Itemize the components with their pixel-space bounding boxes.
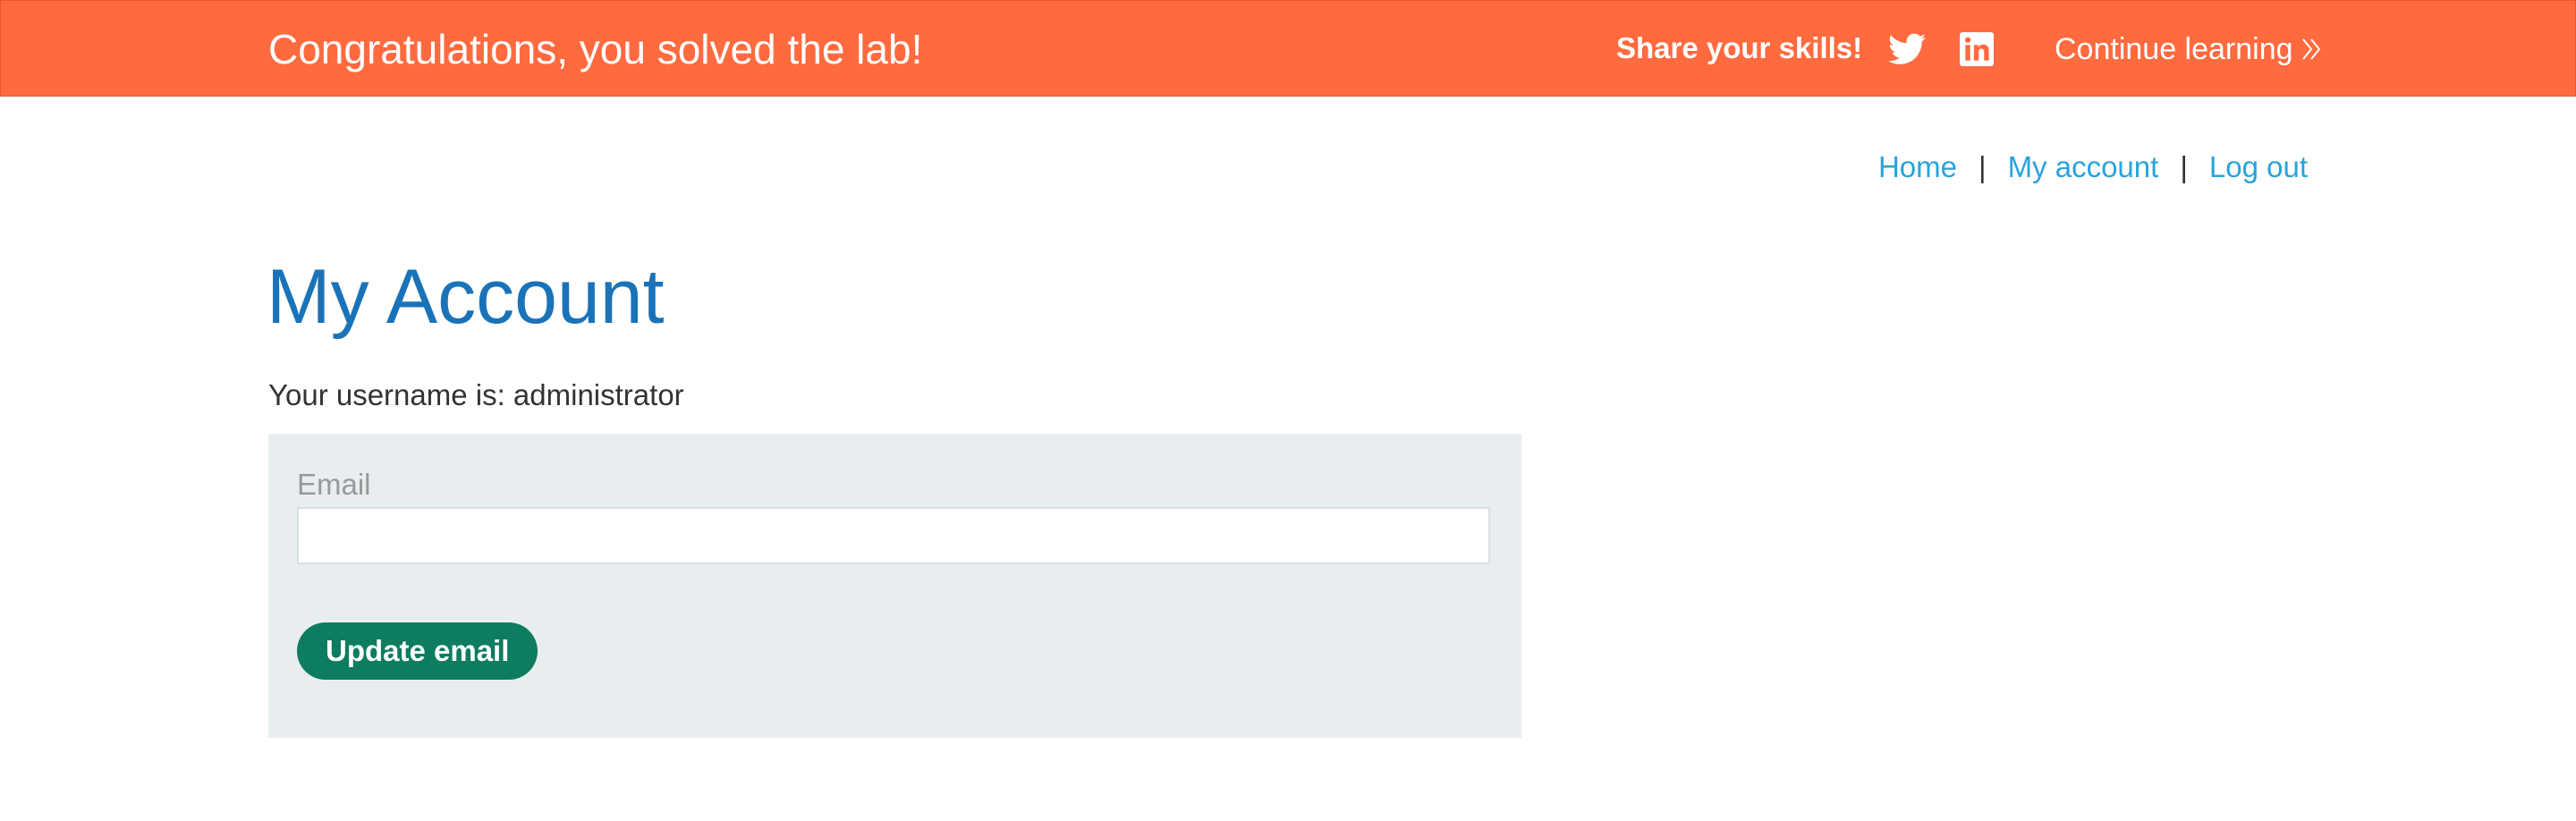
email-input[interactable] [297, 507, 1490, 564]
nav-separator: | [2180, 150, 2188, 183]
page-title: My Account [267, 254, 665, 340]
update-email-button[interactable]: Update email [297, 622, 538, 680]
linkedin-icon[interactable] [1960, 32, 1994, 66]
share-skills-label: Share your skills! [1616, 31, 1863, 64]
nav-log-out-link[interactable]: Log out [2209, 149, 2308, 185]
nav-my-account-link[interactable]: My account [2008, 149, 2159, 185]
email-label: Email [297, 468, 371, 501]
continue-learning-link[interactable]: Continue learning [2055, 31, 2324, 67]
twitter-icon[interactable] [1888, 33, 1926, 65]
nav-separator: | [1978, 150, 1987, 183]
double-chevron-right-icon [2301, 38, 2320, 60]
username-text: Your username is: administrator [268, 378, 684, 411]
lab-solved-banner: Congratulations, you solved the lab! Sha… [0, 0, 2576, 97]
nav-home-link[interactable]: Home [1878, 149, 1957, 185]
top-navigation: Home | My account | Log out [1878, 149, 2308, 185]
banner-title: Congratulations, you solved the lab! [268, 26, 923, 72]
continue-learning-label: Continue learning [2055, 32, 2293, 66]
update-email-form: Email Update email [268, 434, 1521, 738]
